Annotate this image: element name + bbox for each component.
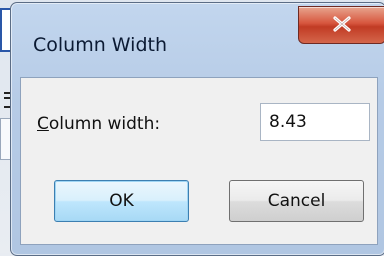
close-icon xyxy=(333,16,351,32)
cancel-button[interactable]: Cancel xyxy=(229,180,364,222)
column-width-dialog: Column Width Column width: OK Cancel xyxy=(10,2,384,256)
dialog-titlebar[interactable]: Column Width xyxy=(11,3,384,77)
label-text: olumn width: xyxy=(48,114,161,134)
column-width-label: Column width: xyxy=(37,114,160,134)
dialog-title: Column Width xyxy=(33,34,168,56)
label-mnemonic: C xyxy=(37,114,49,134)
close-button[interactable] xyxy=(298,6,384,44)
column-width-input[interactable] xyxy=(260,103,370,141)
ok-button[interactable]: OK xyxy=(54,180,189,222)
dialog-body: Column width: OK Cancel xyxy=(20,77,378,245)
